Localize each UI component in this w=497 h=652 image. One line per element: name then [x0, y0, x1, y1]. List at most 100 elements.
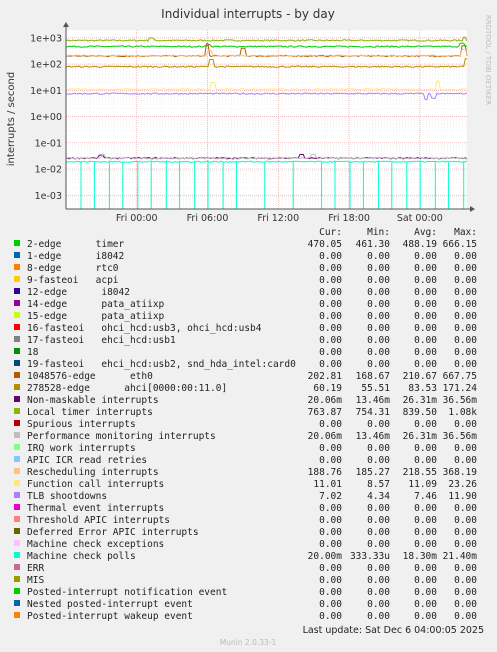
- legend-value: 0.00: [319, 335, 342, 346]
- x-tick-label: Fri 00:00: [116, 213, 158, 224]
- chart-title: Individual interrupts - by day: [161, 7, 335, 21]
- legend-value: 0.00: [319, 527, 342, 538]
- legend-value: 0.00: [414, 599, 437, 610]
- legend-label: 8-edge rtc0: [27, 263, 119, 274]
- legend-value: 0.00: [454, 335, 477, 346]
- legend-value: 11.90: [448, 491, 477, 502]
- legend-value: 0.00: [367, 311, 390, 322]
- legend-value: 0.00: [454, 263, 477, 274]
- legend-value: 333.33u: [350, 551, 390, 562]
- y-tick-label: 1e+02: [30, 60, 62, 71]
- legend-value: 36.56m: [443, 395, 478, 406]
- legend-value: 0.00: [367, 455, 390, 466]
- legend-value: 0.00: [454, 359, 477, 370]
- legend-value: 0.00: [319, 359, 342, 370]
- legend-value: 0.00: [454, 575, 477, 586]
- legend-label: ERR: [27, 563, 44, 574]
- legend-value: 0.00: [367, 599, 390, 610]
- legend-swatch: [14, 612, 20, 618]
- legend-swatch: [14, 348, 20, 354]
- legend-swatch: [14, 240, 20, 246]
- legend-label: 9-fasteoi acpi: [27, 275, 119, 286]
- legend-value: 0.00: [319, 287, 342, 298]
- legend-swatch: [14, 576, 20, 582]
- legend-swatch: [14, 552, 20, 558]
- legend-label: Posted-interrupt wakeup event: [27, 611, 193, 622]
- legend-value: 0.00: [367, 275, 390, 286]
- legend-value: 0.00: [414, 587, 437, 598]
- legend-value: 368.19: [443, 467, 478, 478]
- y-tick-label: 1e+01: [30, 86, 62, 97]
- legend-value: 36.56m: [443, 431, 478, 442]
- legend-value: 0.00: [414, 455, 437, 466]
- legend-value: 188.76: [308, 467, 343, 478]
- legend-value: 0.00: [319, 347, 342, 358]
- legend-label: 17-fasteoi ehci_hcd:usb1: [27, 335, 176, 346]
- legend-value: 0.00: [319, 323, 342, 334]
- legend-value: 26.31m: [403, 431, 438, 442]
- legend-value: 20.06m: [308, 395, 343, 406]
- legend-header-cell: Max:: [454, 227, 477, 238]
- legend-value: 0.00: [454, 299, 477, 310]
- legend-swatch: [14, 600, 20, 606]
- legend-value: 763.87: [308, 407, 342, 418]
- legend-value: 0.00: [319, 419, 342, 430]
- legend-label: 278528-edge ahci[0000:00:11.0]: [27, 383, 227, 394]
- legend-value: 0.00: [414, 275, 437, 286]
- legend-swatch: [14, 492, 20, 498]
- legend-value: 11.01: [313, 479, 342, 490]
- legend-swatch: [14, 516, 20, 522]
- legend-value: 210.67: [403, 371, 437, 382]
- legend-value: 0.00: [319, 443, 342, 454]
- legend-value: 0.00: [319, 299, 342, 310]
- x-tick-label: Fri 18:00: [328, 213, 370, 224]
- legend-value: 0.00: [414, 575, 437, 586]
- legend-value: 0.00: [414, 299, 437, 310]
- legend-value: 7.46: [414, 491, 437, 502]
- legend-value: 0.00: [414, 503, 437, 514]
- legend-value: 202.81: [308, 371, 343, 382]
- legend-value: 0.00: [319, 251, 342, 262]
- legend-swatch: [14, 276, 20, 282]
- legend-value: 0.00: [319, 563, 342, 574]
- legend-value: 8.57: [367, 479, 390, 490]
- legend-value: 0.00: [367, 443, 390, 454]
- legend-value: 0.00: [319, 575, 342, 586]
- legend-value: 13.46m: [356, 395, 391, 406]
- legend-value: 0.00: [414, 515, 437, 526]
- legend-value: 0.00: [367, 527, 390, 538]
- legend-label: TLB shootdowns: [27, 491, 107, 502]
- last-update: Last update: Sat Dec 6 04:00:05 2025: [303, 625, 484, 636]
- legend-value: 0.00: [367, 611, 390, 622]
- legend-value: 218.55: [403, 467, 437, 478]
- interrupts-chart: Individual interrupts - by day interrupt…: [6, 7, 492, 647]
- y-tick-label: 1e-03: [35, 191, 62, 202]
- legend-label: Rescheduling interrupts: [27, 467, 159, 478]
- y-tick-label: 1e+03: [30, 33, 62, 44]
- legend-value: 0.00: [454, 251, 477, 262]
- legend-value: 0.00: [367, 347, 390, 358]
- legend-value: 0.00: [319, 539, 342, 550]
- legend-value: 0.00: [414, 335, 437, 346]
- legend-label: Function call interrupts: [27, 479, 164, 490]
- legend-label: IRQ work interrupts: [27, 443, 136, 454]
- legend-value: 18.30m: [403, 551, 438, 562]
- legend-header-cell: Min:: [367, 227, 390, 238]
- legend-swatch: [14, 504, 20, 510]
- legend-swatch: [14, 528, 20, 534]
- legend-value: 0.00: [454, 611, 477, 622]
- legend-value: 839.50: [403, 407, 438, 418]
- legend-value: 20.00m: [308, 551, 343, 562]
- legend-label: Local timer interrupts: [27, 407, 153, 418]
- legend-swatch: [14, 408, 20, 414]
- legend-value: 21.40m: [443, 551, 478, 562]
- legend-value: 0.00: [319, 587, 342, 598]
- legend-swatch: [14, 372, 20, 378]
- legend-value: 0.00: [367, 263, 390, 274]
- legend-swatch: [14, 360, 20, 366]
- legend-value: 0.00: [367, 575, 390, 586]
- legend-value: 0.00: [454, 443, 477, 454]
- legend-swatch: [14, 312, 20, 318]
- legend-label: 12-edge i8042: [27, 287, 130, 298]
- legend-value: 0.00: [367, 299, 390, 310]
